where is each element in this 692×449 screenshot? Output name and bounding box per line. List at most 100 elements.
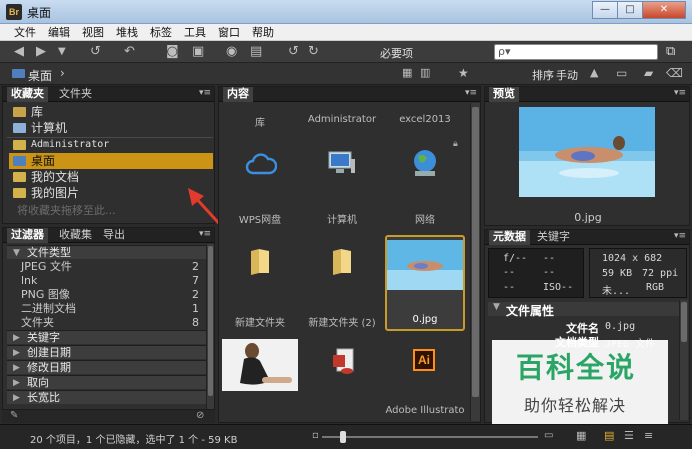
folder-icon[interactable] — [331, 247, 353, 275]
adobe-illustrator-icon[interactable]: Ai — [413, 349, 435, 371]
pin-icon[interactable]: ✎ — [10, 410, 18, 421]
grid-view-icon[interactable]: ▦ — [576, 429, 586, 442]
camera-icon[interactable]: ◙ — [166, 44, 179, 60]
panel-menu-icon[interactable]: ▾≡ — [674, 88, 686, 98]
menu-window[interactable]: 窗口 — [212, 24, 246, 40]
item-label-0jpg[interactable]: 0.jpg — [370, 314, 480, 325]
panel-menu-icon[interactable]: ▾≡ — [465, 88, 477, 98]
close-button[interactable]: ✕ — [642, 1, 686, 19]
thumbnail-view-icon[interactable]: ▥ — [420, 65, 430, 81]
zoom-out-icon[interactable]: ▫ — [312, 430, 319, 441]
library-icon — [13, 107, 26, 117]
item-label-network[interactable]: 网络 — [370, 211, 480, 226]
tab-metadata[interactable]: 元数据 — [489, 230, 530, 245]
forward-arrow-icon[interactable]: ▶ — [36, 44, 46, 60]
thumbnail-size-slider[interactable] — [322, 436, 538, 438]
wps-cloud-icon[interactable] — [245, 151, 277, 177]
fav-item-documents[interactable]: 我的文档 — [9, 169, 213, 185]
computer-icon[interactable] — [327, 149, 357, 179]
preview-image[interactable] — [519, 107, 655, 197]
fav-item-administrator[interactable]: Administrator — [9, 137, 213, 153]
rotate-right-icon[interactable]: ↻ — [308, 44, 319, 60]
thumbnail-view-icon[interactable]: ▤ — [604, 429, 614, 442]
history-dropdown-icon[interactable]: ▼ — [58, 44, 66, 60]
slider-knob[interactable] — [340, 431, 346, 443]
tab-folders[interactable]: 文件夹 — [55, 87, 96, 102]
fav-item-library[interactable]: 库 — [9, 104, 213, 120]
workspace-essentials[interactable]: 必要项 — [380, 45, 413, 61]
content-scrollbar[interactable] — [470, 103, 480, 421]
return-icon[interactable]: ↶ — [124, 44, 135, 60]
scroll-thumb[interactable] — [472, 107, 479, 397]
item-label-illustrator[interactable]: Adobe Illustrato — [370, 405, 480, 416]
collapse-triangle-icon: ▶ — [13, 333, 20, 343]
menu-help[interactable]: 帮助 — [246, 24, 280, 40]
metadata-scrollbar[interactable] — [679, 300, 688, 420]
color-tag-value: 未... — [602, 286, 631, 297]
fav-item-computer[interactable]: 计算机 — [9, 120, 213, 136]
filter-section-date-created[interactable]: ▶ 创建日期 — [7, 345, 207, 359]
filter-section-aspect-ratio[interactable]: ▶ 长宽比 — [7, 390, 207, 404]
open-in-camera-raw-icon[interactable]: ◉ — [226, 44, 237, 60]
list-view-icon[interactable]: ≡ — [644, 429, 653, 442]
compact-mode-icon[interactable]: ⧉ — [666, 44, 675, 60]
menu-edit[interactable]: 编辑 — [42, 24, 76, 40]
desktop-icon — [13, 156, 26, 166]
quality-grid-icon[interactable]: ▦ — [402, 65, 412, 81]
file-properties-header[interactable]: ▼ 文件属性 — [488, 302, 680, 318]
woman-photo-thumbnail[interactable] — [222, 339, 298, 391]
tab-keywords[interactable]: 关键字 — [533, 230, 574, 245]
tab-filter[interactable]: 过滤器 — [7, 228, 48, 243]
item-label-excel2013[interactable]: excel2013 — [370, 114, 480, 125]
refine-icon[interactable]: ▣ — [192, 44, 204, 60]
panel-menu-icon[interactable]: ▾≡ — [199, 229, 211, 239]
open-folder-icon[interactable]: ▭ — [616, 65, 627, 81]
filter-section-keywords[interactable]: ▶ 关键字 — [7, 330, 207, 344]
clear-filter-icon[interactable]: ⊘ — [196, 410, 204, 421]
menu-tools[interactable]: 工具 — [178, 24, 212, 40]
fav-item-desktop[interactable]: 桌面 — [9, 153, 213, 169]
back-arrow-icon[interactable]: ◀ — [14, 44, 24, 60]
tab-collections[interactable]: 收藏集 — [55, 228, 96, 243]
tab-preview[interactable]: 预览 — [489, 87, 519, 102]
filter-item-png[interactable]: PNG 图像 2 — [7, 288, 207, 302]
tab-favorites[interactable]: 收藏夹 — [7, 87, 48, 102]
tab-content[interactable]: 内容 — [223, 87, 253, 102]
scroll-thumb[interactable] — [681, 302, 687, 342]
filter-section-orientation[interactable]: ▶ 取向 — [7, 375, 207, 389]
new-folder-icon[interactable]: ▰ — [644, 65, 653, 81]
database-file-icon[interactable] — [331, 347, 357, 377]
sort-ascending-icon[interactable]: ▲ — [590, 65, 598, 81]
star-filter-icon[interactable]: ★ — [458, 65, 469, 81]
panel-menu-icon[interactable]: ▾≡ — [199, 88, 211, 98]
pictures-icon — [13, 188, 26, 198]
filter-item-jpeg[interactable]: JPEG 文件 2 — [7, 260, 207, 274]
expand-triangle-icon: ▼ — [493, 302, 500, 312]
filter-item-lnk[interactable]: lnk 7 — [7, 274, 207, 288]
panel-menu-icon[interactable]: ▾≡ — [674, 231, 686, 241]
tab-export[interactable]: 导出 — [99, 228, 129, 243]
filter-section-date-modified[interactable]: ▶ 修改日期 — [7, 360, 207, 374]
output-icon[interactable]: ▤ — [250, 44, 262, 60]
menu-view[interactable]: 视图 — [76, 24, 110, 40]
trash-icon[interactable]: ⌫ — [666, 65, 683, 81]
filesize-value: 59 KB — [602, 268, 633, 279]
folder-icon[interactable] — [249, 247, 271, 275]
network-icon[interactable] — [409, 147, 441, 179]
menu-stacks[interactable]: 堆栈 — [110, 24, 144, 40]
menu-file[interactable]: 文件 — [8, 24, 42, 40]
filter-section-file-type[interactable]: ▼ 文件类型 — [7, 245, 207, 259]
maximize-button[interactable]: □ — [617, 1, 643, 19]
rotate-left-icon[interactable]: ↺ — [288, 44, 299, 60]
details-view-icon[interactable]: ☰ — [624, 429, 634, 442]
recent-folder-icon[interactable]: ↺ — [90, 44, 101, 60]
filter-item-folder[interactable]: 文件夹 8 — [7, 316, 207, 330]
menu-label[interactable]: 标签 — [144, 24, 178, 40]
filter-item-binary[interactable]: 二进制文档 1 — [7, 302, 207, 316]
breadcrumb-desktop[interactable]: 桌面 — [28, 67, 52, 84]
chevron-right-icon[interactable]: › — [60, 66, 65, 80]
search-input[interactable]: ρ▾ — [494, 44, 658, 60]
minimize-button[interactable]: — — [592, 1, 618, 19]
zoom-in-icon[interactable]: ▭ — [544, 430, 553, 441]
sort-mode-dropdown[interactable]: 手动 — [556, 67, 578, 83]
